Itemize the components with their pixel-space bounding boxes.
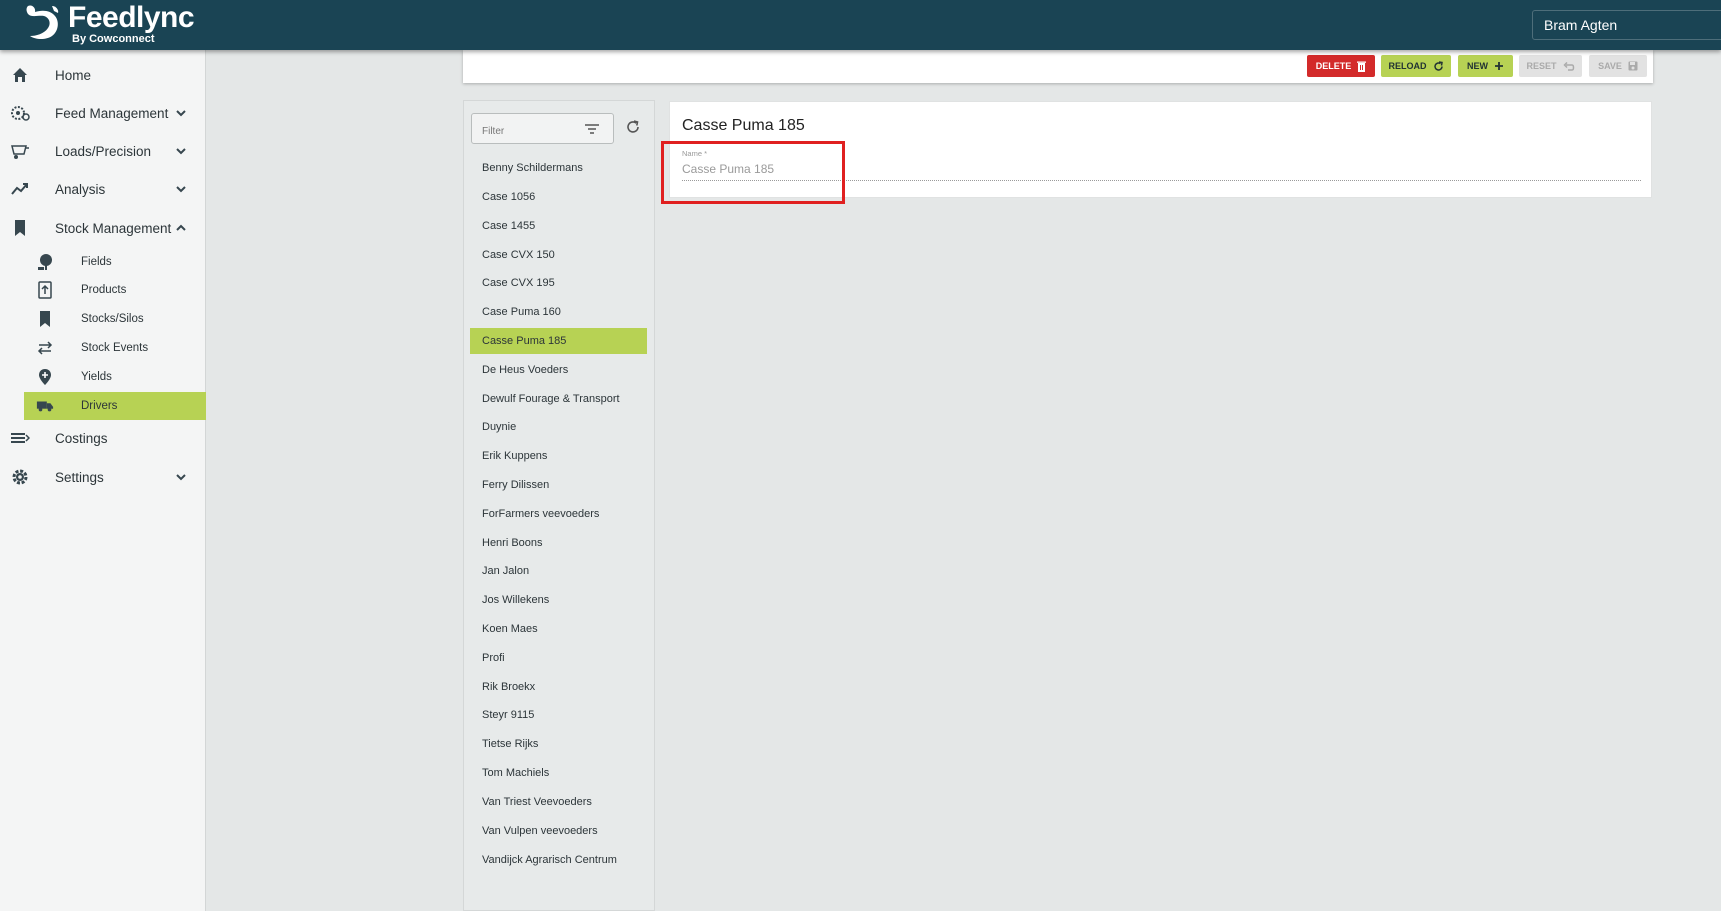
sidebar-subitem-drivers[interactable]: Drivers: [24, 392, 206, 420]
list-item[interactable]: Erik Kuppens: [470, 443, 647, 469]
sidebar-subitem-yields[interactable]: Yields: [24, 363, 206, 391]
sidebar-subitem-label: Fields: [81, 256, 112, 268]
costings-icon: [10, 428, 30, 448]
sidebar-item-analysis[interactable]: Analysis: [0, 170, 205, 208]
sidebar-item-costings[interactable]: Costings: [0, 419, 205, 457]
list-item[interactable]: Rik Broekx: [470, 674, 647, 700]
mixer-wagon-icon: [10, 141, 30, 161]
cow-logo-icon: [26, 5, 59, 40]
sidebar-subitem-products[interactable]: Products: [24, 276, 206, 304]
sidebar-subitem-label: Stocks/Silos: [81, 313, 144, 325]
save-button[interactable]: SAVE: [1589, 55, 1647, 77]
user-menu[interactable]: Bram Agten: [1532, 10, 1721, 40]
sidebar: Home Feed Management Loads/Precision Ana…: [0, 50, 206, 911]
feed-gears-icon: [10, 103, 30, 123]
sidebar-subitem-label: Stock Events: [81, 342, 149, 354]
list-item[interactable]: Steyr 9115: [470, 702, 647, 728]
list-item[interactable]: Case 1455: [470, 213, 647, 239]
list-item-selected[interactable]: Casse Puma 185: [470, 328, 647, 354]
chevron-up-icon: [176, 224, 186, 231]
sidebar-item-label: Feed Management: [55, 105, 169, 121]
chevron-down-icon: [176, 148, 186, 155]
chevron-down-icon: [176, 186, 186, 193]
chevron-down-icon: [176, 474, 186, 481]
list-item[interactable]: Tom Machiels: [470, 760, 647, 786]
bookmark-icon: [36, 310, 54, 328]
floppy-disk-icon: [1628, 61, 1638, 71]
list-item[interactable]: Van Vulpen veevoeders: [470, 818, 647, 844]
list-item[interactable]: Ferry Dilissen: [470, 472, 647, 498]
list-item[interactable]: Vandijck Agrarisch Centrum: [470, 847, 647, 873]
sidebar-item-feed-management[interactable]: Feed Management: [0, 94, 205, 132]
sidebar-subitem-fields[interactable]: Fields: [24, 248, 206, 276]
reload-label: RELOAD: [1388, 61, 1427, 71]
sidebar-subitem-label: Yields: [81, 371, 112, 383]
delete-label: DELETE: [1315, 61, 1352, 71]
reset-label: RESET: [1526, 61, 1557, 71]
new-label: NEW: [1467, 61, 1488, 71]
detail-title: Casse Puma 185: [682, 117, 805, 134]
highlight-box: [661, 141, 845, 204]
list-item[interactable]: Jos Willekens: [470, 587, 647, 613]
sidebar-item-label: Analysis: [55, 181, 106, 197]
refresh-list-icon[interactable]: [626, 120, 640, 134]
list-item[interactable]: Benny Schildermans: [470, 155, 647, 181]
sidebar-item-label: Settings: [55, 469, 104, 485]
delete-button[interactable]: DELETE: [1307, 55, 1375, 77]
action-toolbar: DELETE RELOAD NEW RESET SAVE: [463, 50, 1653, 83]
reload-button[interactable]: RELOAD: [1381, 55, 1451, 77]
list-item[interactable]: Tietse Rijks: [470, 731, 647, 757]
refresh-icon: [1433, 60, 1443, 71]
list-item[interactable]: Case 1056: [470, 184, 647, 210]
bookmark-icon: [10, 218, 30, 238]
sidebar-subitem-stocks-silos[interactable]: Stocks/Silos: [24, 305, 206, 333]
trend-icon: [10, 179, 30, 199]
list-item[interactable]: Duynie: [470, 414, 647, 440]
filter-placeholder: Filter: [482, 126, 505, 137]
list-item[interactable]: Henri Boons: [470, 530, 647, 556]
top-bar: Feedlync By Cowconnect Bram Agten: [0, 0, 1721, 50]
list-item[interactable]: Profi: [470, 645, 647, 671]
list-item[interactable]: Jan Jalon: [470, 558, 647, 584]
brand-title: Feedlync: [68, 1, 195, 34]
sidebar-item-label: Stock Management: [55, 220, 172, 236]
new-button[interactable]: NEW: [1458, 55, 1513, 77]
list-item[interactable]: Koen Maes: [470, 616, 647, 642]
list-item[interactable]: Dewulf Fourage & Transport: [470, 386, 647, 412]
sidebar-item-label: Loads/Precision: [55, 143, 152, 159]
save-label: SAVE: [1598, 61, 1622, 71]
undo-icon: [1562, 61, 1574, 71]
chevron-down-icon: [176, 110, 186, 117]
list-item[interactable]: Case CVX 150: [470, 242, 647, 268]
sidebar-item-loads-precision[interactable]: Loads/Precision: [0, 132, 205, 170]
list-item[interactable]: ForFarmers veevoeders: [470, 501, 647, 527]
list-item[interactable]: Case Puma 160: [470, 299, 647, 325]
swap-arrows-icon: [36, 339, 54, 357]
plus-icon: [1495, 62, 1503, 70]
map-pin-plus-icon: [36, 368, 54, 386]
sidebar-subitem-stock-events[interactable]: Stock Events: [24, 334, 206, 362]
list-item[interactable]: Case CVX 195: [470, 270, 647, 296]
drivers-list-panel: Filter Benny Schildermans Case 1056 Case…: [463, 100, 655, 911]
product-bag-icon: [36, 281, 54, 299]
list-item[interactable]: Van Triest Veevoeders: [470, 789, 647, 815]
brand-subtitle: By Cowconnect: [72, 33, 155, 45]
sidebar-item-stock-management[interactable]: Stock Management: [0, 209, 205, 247]
sidebar-subitem-label: Products: [81, 284, 127, 296]
filter-icon[interactable]: [584, 122, 600, 136]
truck-icon: [36, 397, 54, 415]
sidebar-item-settings[interactable]: Settings: [0, 458, 205, 496]
sidebar-subitem-label: Drivers: [81, 400, 118, 412]
sidebar-item-label: Home: [55, 67, 92, 83]
filter-input[interactable]: Filter: [471, 113, 614, 144]
reset-button[interactable]: RESET: [1519, 55, 1582, 77]
home-icon: [10, 65, 30, 85]
feedlync-logo[interactable]: Feedlync By Cowconnect: [22, 1, 195, 48]
sidebar-item-label: Costings: [55, 430, 108, 446]
tree-icon: [36, 253, 54, 271]
sidebar-item-home[interactable]: Home: [0, 56, 205, 94]
list-item[interactable]: De Heus Voeders: [470, 357, 647, 383]
gear-icon: [10, 467, 30, 487]
trash-icon: [1357, 61, 1367, 72]
